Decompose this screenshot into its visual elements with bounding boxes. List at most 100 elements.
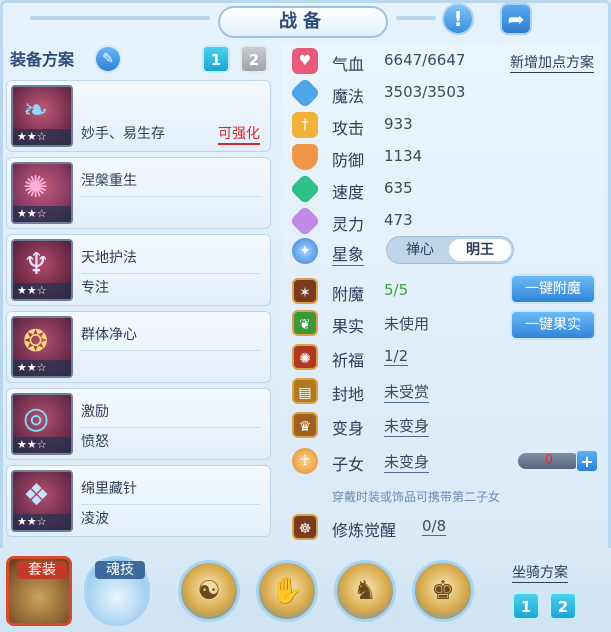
land-icon: ▤ [292,378,318,404]
divider [81,427,260,428]
mount-scheme-1-button[interactable]: 1 [512,592,540,620]
stat-row-astrology: ✦ 星象 禅心 明王 [282,236,604,266]
equipment-glyph: ✺ [23,170,49,205]
strengthen-link[interactable]: 可强化 [218,123,260,145]
star-rating: ★★☆ [13,437,71,453]
info-icon[interactable]: ! [442,3,474,35]
stat-label: 魔法 [332,87,365,106]
stat-row-speed: 速度 635 [282,173,604,205]
stat-label: 气血 [332,55,365,74]
enchant-icon: ✶ [292,278,318,304]
toggle-option-mingwang[interactable]: 明王 [449,239,511,261]
equipment-card[interactable]: ◎ ★★☆ 激励 愤怒 [6,388,271,460]
equipment-name: 涅槃重生 [81,173,137,189]
equipment-card[interactable]: ✺ ★★☆ 涅槃重生 [6,157,271,229]
stat-row-attack: † 攻击 933 [282,110,604,140]
stat-label: 子女 [332,455,365,474]
stat-label: 封地 [332,385,365,404]
skill-slot-2[interactable]: ✋ [256,560,318,622]
stat-value[interactable]: 未受赏 [384,381,430,403]
tab-suit[interactable]: 套装 [6,556,72,626]
stat-label: 变身 [332,419,365,438]
equipment-icon: ◎ ★★☆ [11,393,73,455]
star-rating: ★★☆ [13,129,71,145]
stat-value: 1134 [384,147,423,165]
mount-scheme-label: 坐骑方案 [512,562,568,583]
equipment-card[interactable]: ❧ ★★☆ 妙手、易生存 可强化 [6,80,271,152]
star-rating: ★★☆ [13,283,71,299]
equipment-icon: ♆ ★★☆ [11,239,73,301]
heart-icon: ♥ [292,48,318,74]
skill-slot-3[interactable]: ♞ [334,560,396,622]
equipment-subtitle: 专注 [81,280,109,296]
equip-scheme-1-button[interactable]: 1 [202,45,230,73]
cultivate-icon: ☸ [292,514,318,540]
equipment-card[interactable]: ♆ ★★☆ 天地护法 专注 [6,234,271,306]
equip-scheme-2-button[interactable]: 2 [240,45,268,73]
divider [81,350,260,351]
diamond-icon [289,77,321,109]
child-icon: ☥ [292,448,318,474]
stat-value: 3503/3503 [384,83,466,101]
equipment-name: 群体净心 [81,327,137,343]
stat-value: 6647/6647 [384,51,466,69]
equipment-glyph: ❖ [23,478,50,513]
share-icon[interactable]: ➦ [500,3,532,35]
tab-soul-skill-label: 魂技 [95,561,145,579]
sword-icon: † [292,112,318,138]
stat-value: 未使用 [384,315,430,333]
row-child: ☥ 子女 未变身 0 + [282,446,604,476]
one-click-fruit-button[interactable]: 一键果实 [510,310,596,340]
skill-slot-4[interactable]: ♚ [412,560,474,622]
title-ornament-right [396,16,436,20]
astrology-toggle[interactable]: 禅心 明王 [386,236,514,264]
divider [81,504,260,505]
equipment-icon: ❖ ★★☆ [11,470,73,532]
stat-value: 5/5 [384,281,409,299]
mount-scheme-2-button[interactable]: 2 [549,592,577,620]
row-cultivate: ☸ 修炼觉醒 0/8 [282,512,604,542]
equipment-icon: ✺ ★★☆ [11,162,73,224]
divider [81,273,260,274]
equipment-glyph: ❧ [23,93,49,128]
child-count-stepper[interactable]: 0 + [518,450,600,472]
stat-row-defense: 防御 1134 [282,142,604,172]
stat-label: 附魔 [332,285,365,304]
stat-label: 灵力 [332,215,365,234]
plus-icon[interactable]: + [576,450,598,472]
fruit-icon: ❦ [292,310,318,336]
stat-row-hp: ♥ 气血 6647/6647 新增加点方案 [282,46,604,76]
tab-soul-skill[interactable]: 魂技 [84,556,150,626]
stat-label: 速度 [332,183,365,202]
equipment-glyph: ◎ [23,401,50,436]
toggle-option-chanxin[interactable]: 禅心 [389,239,451,261]
stat-value[interactable]: 未变身 [384,415,430,437]
stat-label: 祈福 [332,351,365,370]
row-transform: ♛ 变身 未变身 [282,410,604,440]
stat-value[interactable]: 0/8 [422,517,447,536]
speed-icon [289,173,321,205]
equipment-icon: ❧ ★★☆ [11,85,73,147]
equipment-name: 妙手、易生存 [81,126,165,142]
new-point-scheme-link[interactable]: 新增加点方案 [510,52,594,73]
stat-value: 635 [384,179,413,197]
title-ornament-left [30,16,210,20]
attributes-panel: ♥ 气血 6647/6647 新增加点方案 魔法 3503/3503 † 攻击 … [282,44,604,544]
tab-suit-label: 套装 [17,561,67,579]
stat-label: 防御 [332,151,365,170]
row-pray: ✺ 祈福 1/2 [282,342,604,372]
equipment-scheme-title: 装备方案 [10,50,75,69]
equipment-card[interactable]: ❖ ★★☆ 绵里藏针 凌波 [6,465,271,537]
star-rating: ★★☆ [13,514,71,530]
star-rating: ★★☆ [13,360,71,376]
one-click-enchant-button[interactable]: 一键附魔 [510,274,596,304]
child-count: 0 [518,453,580,469]
equipment-subtitle: 愤怒 [81,434,109,450]
stat-value[interactable]: 未变身 [384,451,430,473]
skill-slot-1[interactable]: ☯ [178,560,240,622]
stat-value[interactable]: 1/2 [384,347,409,366]
edit-pen-icon[interactable]: ✎ [94,45,122,73]
equipment-card[interactable]: ❂ ★★☆ 群体净心 [6,311,271,383]
stat-label: 攻击 [332,119,365,138]
pray-icon: ✺ [292,344,318,370]
